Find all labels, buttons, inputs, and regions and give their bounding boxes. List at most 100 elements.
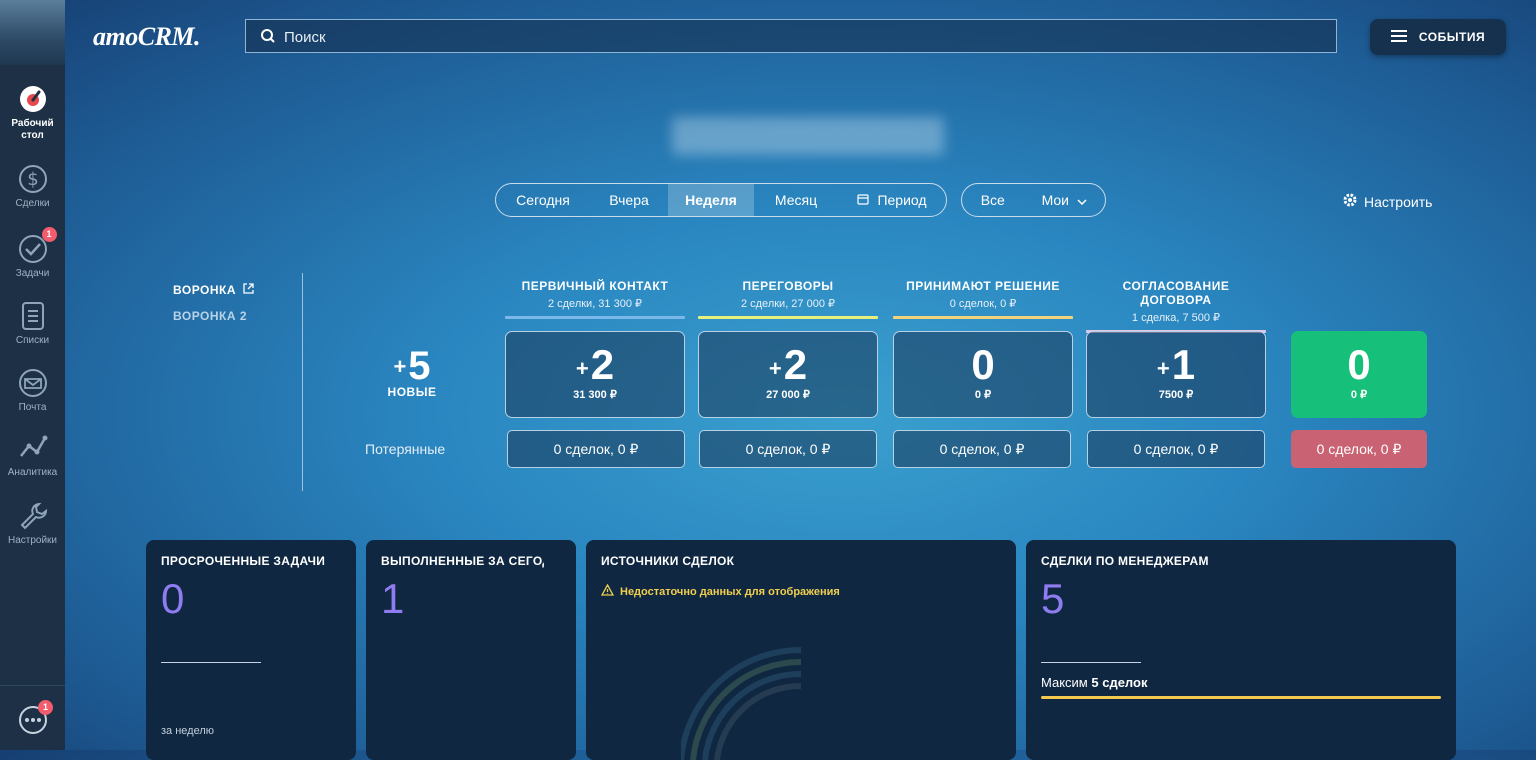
check-icon: 1 <box>17 227 57 265</box>
manager-row: Максим 5 сделок <box>1041 675 1147 690</box>
stage-amount: 0 ₽ <box>974 389 992 401</box>
stage-lost-card[interactable]: 0 сделок, 0 ₽ <box>1087 430 1265 468</box>
dashboard-icon <box>17 83 49 115</box>
stage-header: СОГЛАСОВАНИЕ ДОГОВОРА 1 сделка, 7 500 ₽ <box>1086 279 1266 333</box>
stage-color-bar <box>893 316 1073 319</box>
period-month[interactable]: Месяц <box>754 184 838 216</box>
stage-lost-card[interactable]: 0 сделок, 0 ₽ <box>893 430 1071 468</box>
sidebar-item-dashboard[interactable]: Рабочий стол <box>0 83 65 142</box>
sidebar-header-image <box>0 0 65 65</box>
stage-color-bar <box>505 316 685 319</box>
customize-link[interactable]: Настроить <box>1342 192 1432 211</box>
widget-title: ВЫПОЛНЕННЫЕ ЗА СЕГОДНЯ <box>381 554 544 568</box>
funnel-divider <box>302 273 303 491</box>
sidebar-item-mail[interactable]: Почта <box>0 367 65 413</box>
no-data-warning: Недостаточно данных для отображения <box>600 583 1001 599</box>
scope-filter: Все Мои <box>961 183 1106 217</box>
stage-count: 0 <box>971 341 995 388</box>
period-filter: Сегодня Вчера Неделя Месяц Период <box>495 183 947 217</box>
stage-card[interactable]: +2 27 000 ₽ <box>698 331 878 418</box>
app-logo[interactable]: amoCRM. <box>93 22 201 52</box>
lost-label: Потерянные <box>365 441 446 457</box>
funnel-item-2[interactable]: ВОРОНКА 2 <box>173 309 254 323</box>
search-bar[interactable] <box>245 19 1337 54</box>
won-count: 0 <box>1347 341 1371 388</box>
sidebar-item-settings[interactable]: Настройки <box>0 500 65 546</box>
stage-card[interactable]: +2 31 300 ₽ <box>505 331 685 418</box>
period-custom-label: Период <box>877 192 927 208</box>
won-amount: 0 ₽ <box>1350 389 1368 401</box>
sidebar-item-label: Настройки <box>7 535 58 546</box>
calendar-icon <box>857 192 870 208</box>
stage-name: ПРИНИМАЮТ РЕШЕНИЕ <box>906 279 1060 293</box>
widget-divider <box>1041 662 1141 663</box>
new-count: 5 <box>408 344 431 388</box>
stage-amount: 31 300 ₽ <box>573 389 617 401</box>
sidebar-item-analytics[interactable]: Аналитика <box>0 432 65 478</box>
new-total: +5 НОВЫЕ <box>372 344 452 399</box>
events-label: СОБЫТИЯ <box>1418 30 1486 44</box>
dollar-icon: $ <box>17 163 49 195</box>
chart-placeholder-arcs <box>678 640 921 760</box>
funnel-label: ВОРОНКА <box>173 283 237 297</box>
stage-summary: 1 сделка, 7 500 ₽ <box>1131 312 1221 324</box>
lost-total-card[interactable]: 0 сделок, 0 ₽ <box>1291 430 1427 468</box>
sidebar-item-deals[interactable]: $ Сделки <box>0 163 65 209</box>
sidebar-item-lists[interactable]: Списки <box>0 300 65 346</box>
manager-progress-bar <box>1041 696 1441 699</box>
warning-text: Недостаточно данных для отображения <box>620 585 840 598</box>
widget-deals-by-manager[interactable]: СДЕЛКИ ПО МЕНЕДЖЕРАМ 5 Максим 5 сделок <box>1026 540 1456 760</box>
external-link-icon[interactable] <box>243 283 254 297</box>
stage-amount: 27 000 ₽ <box>766 389 810 401</box>
widget-done-today[interactable]: ВЫПОЛНЕННЫЕ ЗА СЕГОДНЯ 1 <box>366 540 576 760</box>
funnel-item-1[interactable]: ВОРОНКА <box>173 283 254 297</box>
widget-divider <box>161 662 261 663</box>
widget-title: ПРОСРОЧЕННЫЕ ЗАДАЧИ <box>161 554 326 568</box>
stage-name: СОГЛАСОВАНИЕ ДОГОВОРА <box>1122 279 1230 307</box>
stage-count: 2 <box>590 341 615 388</box>
tasks-badge: 1 <box>41 227 57 242</box>
sidebar-item-label: Задачи <box>15 268 50 279</box>
wrench-icon <box>17 500 49 532</box>
events-button[interactable]: СОБЫТИЯ <box>1370 19 1506 55</box>
sidebar-item-tasks[interactable]: 1 Задачи <box>0 227 65 279</box>
sidebar-item-label: Сделки <box>15 198 50 209</box>
widget-overdue-tasks[interactable]: ПРОСРОЧЕННЫЕ ЗАДАЧИ 0 за неделю <box>146 540 356 760</box>
stage-card[interactable]: 0 0 ₽ <box>893 331 1073 418</box>
won-card[interactable]: 0 0 ₽ <box>1291 331 1427 418</box>
period-today[interactable]: Сегодня <box>496 184 590 216</box>
stage-lost-card[interactable]: 0 сделок, 0 ₽ <box>507 430 685 468</box>
sidebar-item-label: Почта <box>18 402 47 413</box>
manager-deals: 5 сделок <box>1091 675 1148 690</box>
widget-title: ИСТОЧНИКИ СДЕЛОК <box>601 554 735 568</box>
scope-mine[interactable]: Мои <box>1024 184 1105 216</box>
stage-header: ПРИНИМАЮТ РЕШЕНИЕ 0 сделок, 0 ₽ <box>893 279 1073 319</box>
stage-amount: 7500 ₽ <box>1158 389 1194 401</box>
chat-badge: 1 <box>38 700 53 715</box>
new-label: НОВЫЕ <box>387 385 437 399</box>
sidebar-chat[interactable]: 1 <box>0 685 65 750</box>
chat-icon[interactable]: 1 <box>17 700 53 736</box>
scope-all[interactable]: Все <box>962 184 1024 216</box>
stage-header: ПЕРВИЧНЫЙ КОНТАКТ 2 сделки, 31 300 ₽ <box>505 279 685 319</box>
stage-color-bar <box>698 316 878 319</box>
widget-deal-sources[interactable]: ИСТОЧНИКИ СДЕЛОК Недостаточно данных для… <box>586 540 1016 760</box>
sidebar-item-label: Рабочий стол <box>11 118 54 141</box>
widget-title: СДЕЛКИ ПО МЕНЕДЖЕРАМ <box>1041 554 1209 568</box>
period-yesterday[interactable]: Вчера <box>590 184 668 216</box>
customize-label: Настроить <box>1364 193 1433 210</box>
stage-header: ПЕРЕГОВОРЫ 2 сделки, 27 000 ₽ <box>698 279 878 319</box>
scope-mine-label: Мои <box>1041 192 1069 208</box>
stage-summary: 0 сделок, 0 ₽ <box>949 298 1017 310</box>
sidebar: Рабочий стол $ Сделки 1 Задачи Списки По… <box>0 0 65 750</box>
period-custom[interactable]: Период <box>838 184 946 216</box>
stage-summary: 2 сделки, 27 000 ₽ <box>740 298 836 310</box>
widget-value: 5 <box>1041 575 1065 622</box>
search-input[interactable] <box>282 20 1286 54</box>
stage-card[interactable]: +1 7500 ₽ <box>1086 331 1266 418</box>
mail-icon <box>17 367 49 399</box>
period-week[interactable]: Неделя <box>668 184 754 216</box>
chevron-down-icon <box>1077 192 1087 208</box>
stage-lost-card[interactable]: 0 сделок, 0 ₽ <box>699 430 877 468</box>
list-icon <box>17 300 49 332</box>
